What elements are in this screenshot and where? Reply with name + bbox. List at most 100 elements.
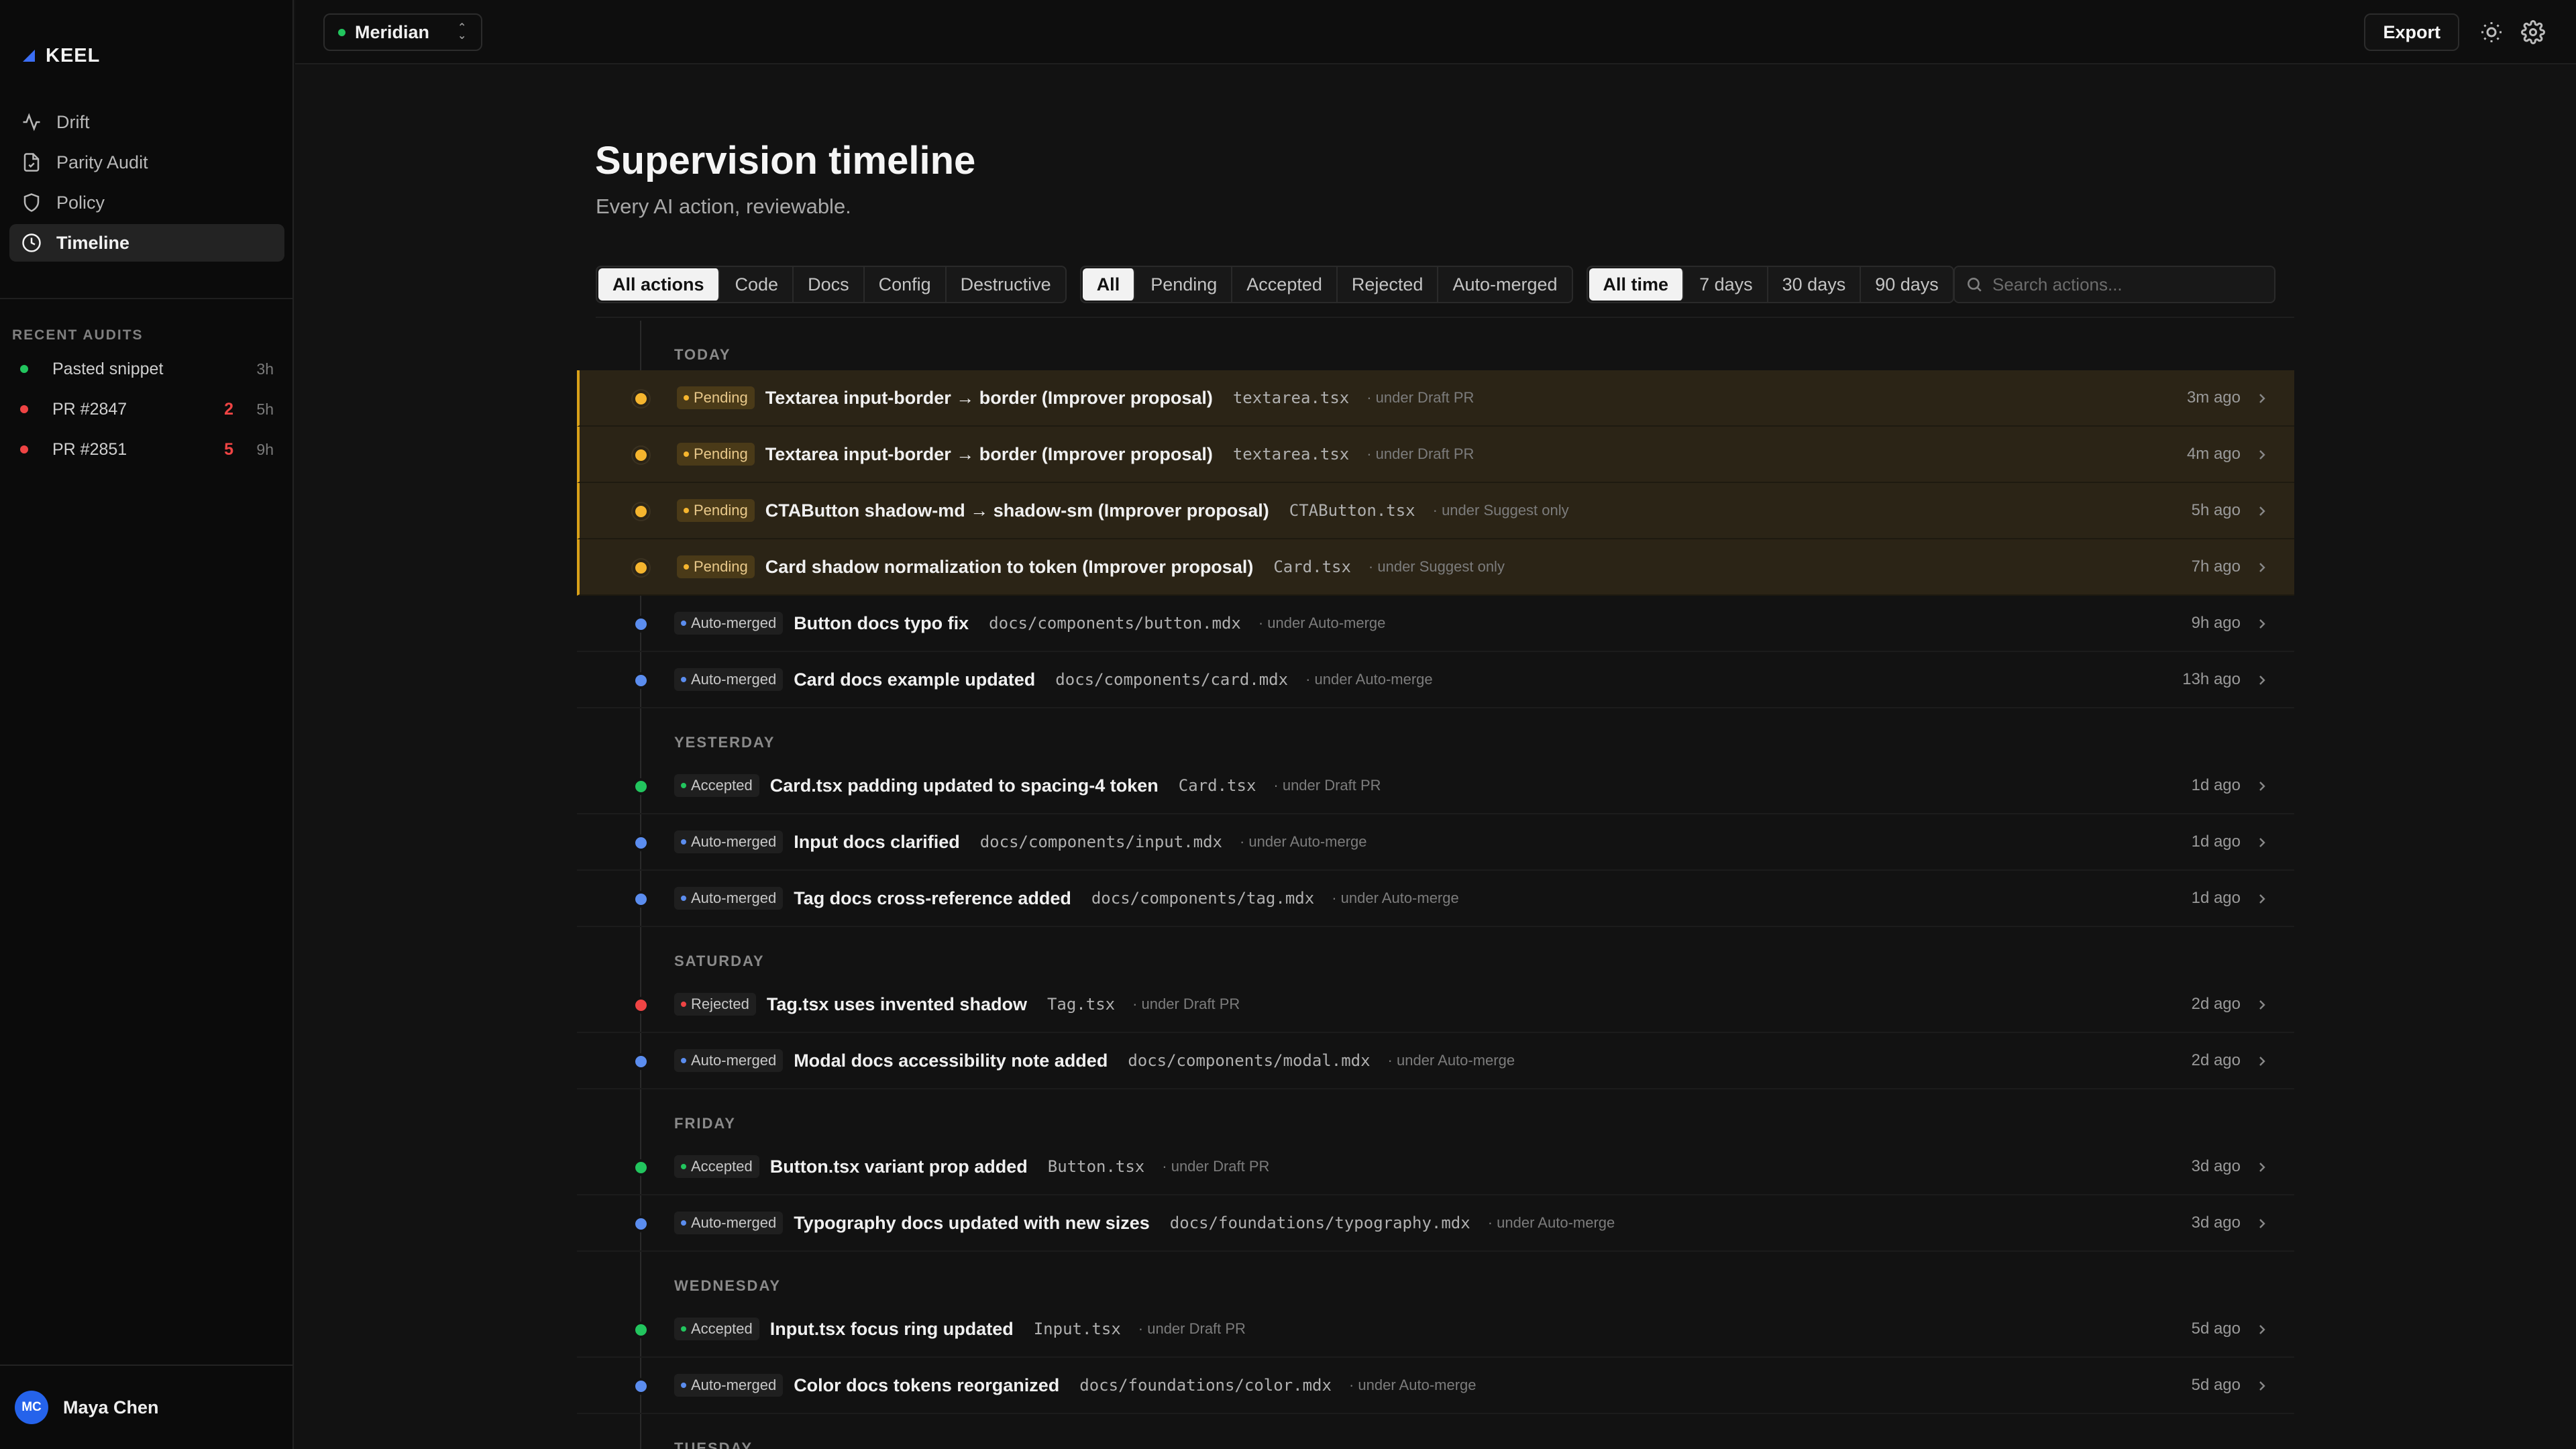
chevron-right-icon bbox=[2254, 1052, 2270, 1071]
timeline: TODAY Pending Textarea input-border → bord… bbox=[577, 321, 2294, 1449]
filter-option-docs[interactable]: Docs bbox=[794, 267, 865, 302]
status-badge-dot bbox=[681, 1220, 686, 1226]
action-file: docs/foundations/typography.mdx bbox=[1169, 1214, 1470, 1232]
sidebar-item-parity-audit[interactable]: Parity Audit bbox=[9, 144, 284, 181]
filter-option-destructive[interactable]: Destructive bbox=[947, 267, 1065, 302]
action-time: 3m ago bbox=[2186, 388, 2241, 407]
workspace-switcher[interactable]: Meridian ⌃ ⌄ bbox=[323, 13, 483, 51]
timeline-status-dot bbox=[635, 619, 647, 630]
timeline-row[interactable]: Accepted Input.tsx focus ring updated Inpu… bbox=[577, 1301, 2294, 1358]
search-icon bbox=[1968, 278, 1982, 292]
search-box bbox=[1953, 266, 2275, 303]
chevron-right-icon bbox=[2254, 1377, 2270, 1395]
filter-option-all-time[interactable]: All time bbox=[1589, 268, 1684, 301]
filter-option-rejected[interactable]: Rejected bbox=[1338, 267, 1439, 302]
timeline-row[interactable]: Rejected Tag.tsx uses invented shadow Tag.… bbox=[577, 977, 2294, 1033]
sidebar-item-timeline[interactable]: Timeline bbox=[9, 224, 284, 262]
recent-audit-label: PR #2847 bbox=[52, 399, 127, 419]
theme-toggle-button[interactable] bbox=[2479, 20, 2504, 44]
action-policy: · under Draft PR bbox=[1366, 389, 1474, 406]
status-badge: Pending bbox=[677, 499, 755, 522]
filter-option-7-days[interactable]: 7 days bbox=[1685, 267, 1768, 302]
keel-logo-icon bbox=[23, 50, 35, 62]
filter-option-all-actions[interactable]: All actions bbox=[598, 268, 720, 301]
action-title: Tag docs cross-reference added bbox=[794, 888, 1071, 908]
timeline-row[interactable]: Auto-merged Color docs tokens reorganized… bbox=[577, 1358, 2294, 1414]
timeline-row[interactable]: Auto-merged Typography docs updated with … bbox=[577, 1195, 2294, 1252]
timeline-group-label: SATURDAY bbox=[674, 953, 765, 969]
action-title: Input docs clarified bbox=[794, 831, 960, 852]
filter-option-accepted[interactable]: Accepted bbox=[1232, 267, 1338, 302]
status-badge-dot bbox=[681, 677, 686, 682]
recent-audit-item[interactable]: PR #2847 2 5h bbox=[12, 389, 274, 429]
action-type-filter: All actions Code Docs Config Destructive bbox=[596, 266, 1067, 303]
sidebar-item-label: Parity Audit bbox=[56, 152, 148, 172]
recent-audit-item[interactable]: PR #2851 5 9h bbox=[12, 429, 274, 470]
settings-button[interactable] bbox=[2521, 20, 2545, 44]
status-badge-label: Pending bbox=[694, 558, 748, 575]
action-file: docs/components/input.mdx bbox=[979, 833, 1222, 851]
status-badge-label: Auto-merged bbox=[691, 614, 777, 631]
action-policy: · under Suggest only bbox=[1432, 502, 1569, 519]
sidebar-item-drift[interactable]: Drift bbox=[9, 103, 284, 141]
timeline-groups: TODAY Pending Textarea input-border → bord… bbox=[577, 321, 2294, 1449]
timeline-row[interactable]: Accepted Card.tsx padding updated to spac… bbox=[577, 758, 2294, 814]
timeline-row[interactable]: Accepted Button.tsx variant prop added But… bbox=[577, 1139, 2294, 1195]
timeline-status-dot bbox=[635, 1056, 647, 1067]
filter-option-pending[interactable]: Pending bbox=[1136, 267, 1233, 302]
timeline-row[interactable]: Auto-merged Tag docs cross-reference adde… bbox=[577, 871, 2294, 927]
timeline-row[interactable]: Pending Card shadow normalization to toke… bbox=[577, 539, 2294, 596]
user-profile[interactable]: MC Maya Chen bbox=[0, 1364, 292, 1449]
timeline-row[interactable]: Pending Textarea input-border → border (I… bbox=[577, 427, 2294, 483]
filter-option-30-days[interactable]: 30 days bbox=[1768, 267, 1862, 302]
brand[interactable]: KEEL bbox=[23, 44, 100, 67]
time-range-filter: All time 7 days 30 days 90 days bbox=[1586, 266, 1954, 303]
topbar: Meridian ⌃ ⌄ Export bbox=[295, 0, 2576, 64]
action-file: Tag.tsx bbox=[1046, 995, 1116, 1014]
action-title: Button docs typo fix bbox=[794, 612, 969, 633]
status-badge: Accepted bbox=[674, 1155, 759, 1178]
filter-option-auto-merged[interactable]: Auto-merged bbox=[1438, 267, 1571, 302]
shield-icon bbox=[23, 193, 40, 212]
timeline-row[interactable]: Auto-merged Modal docs accessibility note… bbox=[577, 1033, 2294, 1089]
sidebar-divider bbox=[0, 298, 292, 299]
filter-option-90-days[interactable]: 90 days bbox=[1861, 267, 1953, 302]
status-badge: Auto-merged bbox=[674, 1049, 784, 1072]
timeline-row[interactable]: Pending Textarea input-border → border (I… bbox=[577, 370, 2294, 427]
action-policy: · under Auto-merge bbox=[1387, 1052, 1515, 1069]
workspace-name: Meridian bbox=[355, 21, 430, 42]
filter-option-code[interactable]: Code bbox=[721, 267, 794, 302]
status-badge-dot bbox=[681, 1164, 686, 1169]
timeline-status-dot bbox=[635, 1000, 647, 1011]
action-time: 2d ago bbox=[2191, 995, 2241, 1013]
action-title: Input.tsx focus ring updated bbox=[769, 1318, 1014, 1339]
timeline-row[interactable]: Pending CTAButton shadow-md → shadow-sm (… bbox=[577, 483, 2294, 539]
action-time: 5d ago bbox=[2191, 1376, 2241, 1394]
action-file: docs/components/modal.mdx bbox=[1128, 1051, 1371, 1070]
recent-audit-age: 9h bbox=[256, 440, 274, 458]
timeline-group-label: YESTERDAY bbox=[674, 734, 775, 751]
action-policy: · under Auto-merge bbox=[1239, 833, 1367, 850]
page-subtitle: Every AI action, reviewable. bbox=[596, 195, 851, 218]
timeline-status-dot bbox=[635, 837, 647, 849]
issue-count-badge: 5 bbox=[224, 439, 233, 459]
status-badge: Auto-merged bbox=[674, 1212, 784, 1234]
sidebar-item-policy[interactable]: Policy bbox=[9, 184, 284, 221]
recent-audit-item[interactable]: Pasted snippet 3h bbox=[12, 349, 274, 389]
status-badge-label: Auto-merged bbox=[691, 1214, 777, 1231]
status-badge-label: Pending bbox=[694, 445, 748, 462]
timeline-row[interactable]: Auto-merged Card docs example updated docs… bbox=[577, 652, 2294, 708]
search-input[interactable] bbox=[1992, 274, 2261, 295]
status-badge-dot bbox=[681, 1058, 686, 1063]
filter-option-all[interactable]: All bbox=[1082, 268, 1136, 301]
action-policy: · under Draft PR bbox=[1162, 1158, 1270, 1175]
timeline-row[interactable]: Auto-merged Button docs typo fix docs/comp… bbox=[577, 596, 2294, 652]
timeline-row[interactable]: Auto-merged Input docs clarified docs/comp… bbox=[577, 814, 2294, 871]
sun-icon bbox=[2481, 22, 2502, 42]
timeline-status-dot bbox=[635, 1381, 647, 1392]
filter-option-config[interactable]: Config bbox=[865, 267, 947, 302]
action-title: Card docs example updated bbox=[794, 669, 1036, 690]
sidebar-item-label: Drift bbox=[56, 111, 90, 132]
action-file: Card.tsx bbox=[1178, 776, 1256, 795]
export-button[interactable]: Export bbox=[2364, 13, 2459, 51]
